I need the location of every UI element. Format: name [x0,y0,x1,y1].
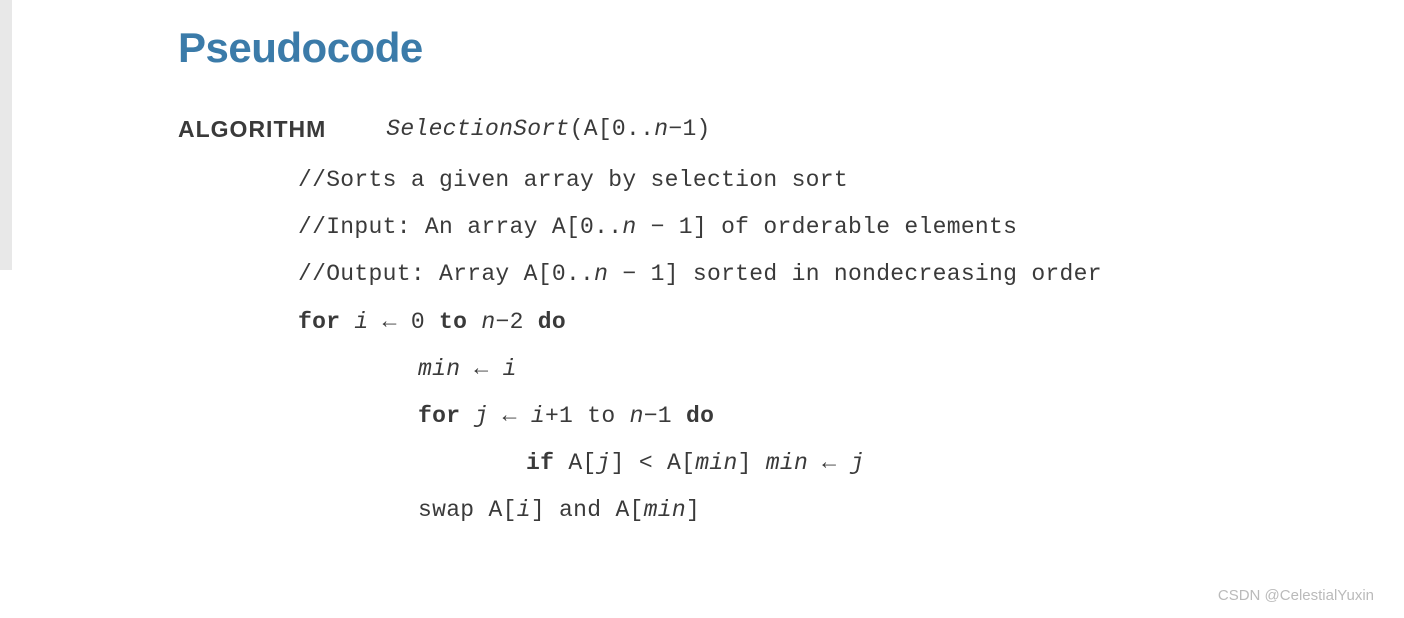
inner-for-line: for j ← i+1 to n−1 do [178,393,1404,440]
algorithm-label: ALGORITHM [178,106,326,153]
comment-output: //Output: Array A[0..n − 1] sorted in no… [178,251,1404,298]
comment-input: //Input: An array A[0..n − 1] of orderab… [178,204,1404,251]
left-sidebar-edge [0,0,12,270]
if-line: if A[j] < A[min] min ← j [178,440,1404,487]
min-assign-line: min ← i [178,346,1404,393]
watermark-text: CSDN @CelestialYuxin [1218,587,1374,604]
slide-title: Pseudocode [178,24,1404,72]
slide-content: Pseudocode ALGORITHM SelectionSort(A[0..… [0,0,1404,534]
algorithm-signature-line: ALGORITHM SelectionSort(A[0..n−1) [178,106,1404,153]
swap-line: swap A[i] and A[min] [178,487,1404,534]
signature-text: SelectionSort(A[0..n−1) [386,106,710,153]
outer-for-line: for i ← 0 to n−2 do [178,299,1404,346]
comment-sorts: //Sorts a given array by selection sort [178,157,1404,204]
pseudocode-block: ALGORITHM SelectionSort(A[0..n−1) //Sort… [178,106,1404,534]
